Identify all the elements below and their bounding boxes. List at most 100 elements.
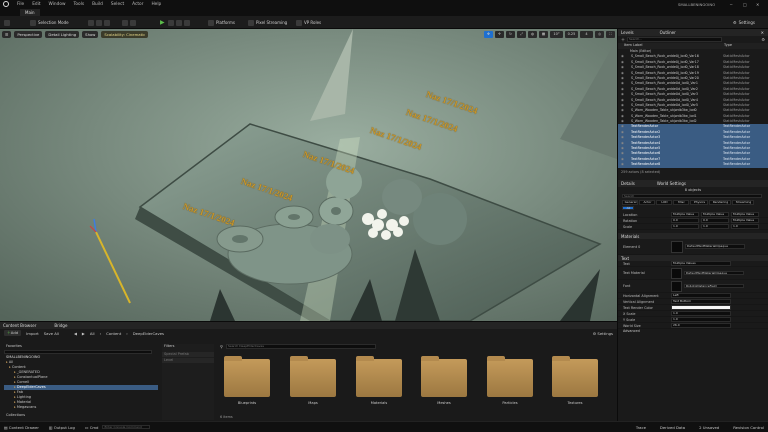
filters-header[interactable]: Filters (162, 344, 214, 349)
viewport-options-button[interactable]: ☰ (2, 31, 12, 38)
filter-misc[interactable]: Misc (673, 200, 689, 205)
menu-select[interactable]: Select (111, 2, 124, 7)
maximize-viewport-icon[interactable]: ⛶ (606, 31, 615, 38)
transform-value-field[interactable]: 1.0 (731, 224, 759, 229)
asset-thumbnail[interactable] (671, 267, 682, 279)
add-button[interactable]: ＋Add (4, 330, 22, 336)
filter-special-prefab[interactable]: Special Prefab (162, 352, 214, 357)
tab-content-browser[interactable]: Content Browser (3, 323, 36, 328)
tab-outliner[interactable]: Outliner (660, 30, 676, 35)
text-property-value[interactable]: RobotoDistanceField (684, 283, 744, 289)
rotate-icon[interactable]: ↻ (506, 31, 515, 38)
transform-value-field[interactable]: Multiple Value (671, 212, 699, 217)
filter-actor[interactable]: Actor (639, 200, 655, 205)
folder-textures[interactable]: Textures (552, 356, 598, 405)
maximize-button[interactable]: □ (743, 2, 747, 7)
text-property-value[interactable]: 1.0 (671, 311, 731, 316)
transform-value-field[interactable]: 1.0 (671, 224, 699, 229)
folder-materials[interactable]: Materials (356, 356, 402, 405)
collections-header[interactable]: Collections (4, 413, 25, 418)
filter-rendering[interactable]: Rendering (709, 200, 731, 205)
filter-physics[interactable]: Physics (690, 200, 708, 205)
material-thumbnail[interactable] (671, 240, 683, 253)
transform-value-field[interactable]: Multiple Value (731, 212, 759, 217)
text-property-value[interactable]: 1.0 (671, 317, 731, 322)
transform-value-field[interactable]: Multiple Value (731, 218, 759, 223)
save-all-button[interactable]: Save All (44, 331, 59, 336)
world-local-icon[interactable]: ◍ (528, 31, 537, 38)
cmd-dropdown[interactable]: ▭ Cmd (85, 425, 99, 430)
settings-button[interactable]: ⚙ Settings (733, 19, 755, 26)
output-log-button[interactable]: ▥ Output Log (49, 425, 75, 430)
text-property-value[interactable] (671, 305, 731, 310)
transform-value-field[interactable]: 0.0 (671, 218, 699, 223)
text-property-value[interactable]: DefaultTextMaterialOpaque (684, 270, 744, 276)
level-viewport[interactable]: Naz 17/1/2024 Naz 17/1/2024 Naz 17/1/202… (0, 29, 617, 321)
add-actor-button[interactable] (88, 19, 110, 26)
derived-data-button[interactable]: Derived Data (660, 425, 685, 430)
filter-lod[interactable]: LOD (656, 200, 672, 205)
material-dropdown[interactable]: DefaultTextMaterialOpaque (685, 244, 745, 249)
camera-speed-icon[interactable]: ◎ (595, 31, 604, 38)
favorites-header[interactable]: Favorites (4, 344, 158, 349)
console-input[interactable]: Enter Console Command (102, 424, 151, 430)
revision-control-button[interactable]: Revision Control (733, 425, 764, 430)
show-button[interactable]: Show (82, 31, 99, 38)
close-outliner-icon[interactable]: ✕ (761, 30, 764, 35)
asset-thumbnail[interactable] (671, 280, 682, 292)
add-filter-icon[interactable]: ＋ (621, 37, 625, 43)
pixel-streaming-dropdown[interactable]: Pixel Streaming (248, 19, 287, 26)
unreal-logo-icon[interactable] (3, 1, 9, 7)
folder-particles[interactable]: Particles (487, 356, 533, 405)
filter-icon[interactable]: ⚲ (220, 344, 223, 349)
translate-icon[interactable]: ✢ (495, 31, 504, 38)
close-button[interactable]: ✕ (756, 2, 759, 7)
tree-folder-item[interactable]: ▸ Megascans (4, 405, 158, 410)
transform-value-field[interactable]: 1.0 (701, 224, 729, 229)
outliner-row[interactable]: ◉ TextRenderActor8 TextRenderActor (618, 162, 768, 168)
folder-maps[interactable]: Maps (290, 356, 336, 405)
scale-icon[interactable]: ⤢ (517, 31, 526, 38)
menu-help[interactable]: Help (151, 2, 161, 7)
breadcrumb-content[interactable]: Content (106, 331, 121, 336)
play-button[interactable]: ▶ (160, 19, 165, 26)
platforms-dropdown[interactable]: Platforms (208, 19, 235, 26)
text-property-value[interactable]: Left (671, 293, 731, 298)
menu-actor[interactable]: Actor (132, 2, 143, 7)
play-options[interactable] (168, 19, 190, 26)
surface-snap-icon[interactable]: ▦ (539, 31, 548, 38)
tab-world-settings[interactable]: World Settings (657, 181, 686, 186)
lighting-mode-button[interactable]: Detail Lighting (45, 31, 80, 38)
outliner-search-input[interactable]: Search... (627, 37, 722, 42)
tree-search[interactable] (4, 350, 152, 354)
content-browser-settings[interactable]: ⚙ Settings (593, 331, 613, 336)
advanced-toggle[interactable]: Advanced (618, 329, 768, 334)
menu-window[interactable]: Window (49, 2, 66, 7)
filter-level[interactable]: Level (162, 358, 214, 363)
breadcrumb-all[interactable]: All (90, 331, 95, 336)
text-property-value[interactable]: Multiple Values (671, 261, 731, 266)
menu-tools[interactable]: Tools (73, 2, 84, 7)
menu-edit[interactable]: Edit (32, 2, 40, 7)
transform-value-field[interactable]: Multiple Value (701, 212, 729, 217)
tab-details[interactable]: Details (621, 181, 635, 186)
undo-redo-group[interactable] (122, 19, 136, 26)
content-drawer-button[interactable]: ▤ Content Drawer (4, 425, 39, 430)
trace-button[interactable]: Trace (636, 425, 646, 430)
asset-search-input[interactable]: Search DeepElderCaves (225, 344, 376, 349)
folder-blueprints[interactable]: Blueprints (224, 356, 270, 405)
menu-file[interactable]: File (17, 2, 24, 7)
menu-build[interactable]: Build (92, 2, 103, 7)
unsaved-button[interactable]: 2 Unsaved (699, 425, 719, 430)
scale-snap-value[interactable]: 4 (580, 31, 593, 38)
tab-levels[interactable]: Levels (621, 30, 634, 35)
filter-general[interactable]: General (622, 200, 638, 205)
back-icon[interactable]: ◀ (74, 331, 77, 336)
transform-value-field[interactable]: 0.0 (701, 218, 729, 223)
type-header[interactable]: Type (724, 43, 732, 49)
select-tool-icon[interactable]: ✥ (484, 31, 493, 38)
import-button[interactable]: Import (26, 331, 39, 336)
save-button[interactable] (4, 19, 10, 26)
folder-meshes[interactable]: Meshes (421, 356, 467, 405)
forward-icon[interactable]: ▶ (82, 331, 85, 336)
